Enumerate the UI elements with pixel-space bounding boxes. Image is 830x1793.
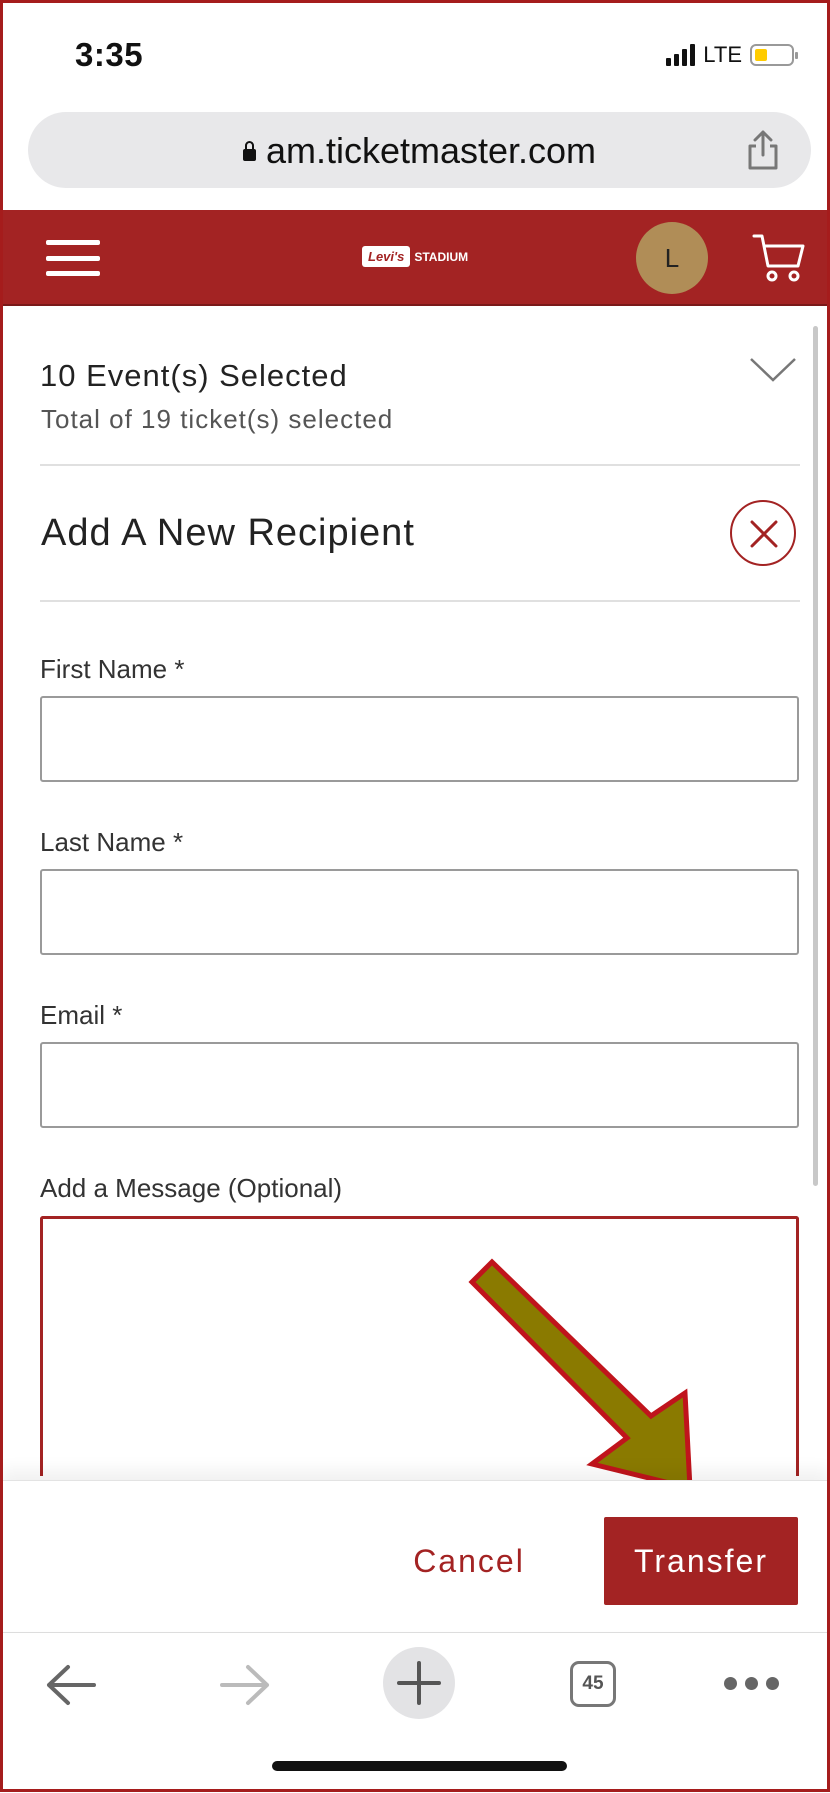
message-label: Add a Message (Optional) (40, 1173, 343, 1203)
scrollbar[interactable] (813, 326, 818, 1186)
transfer-button[interactable]: Transfer (604, 1517, 798, 1605)
cart-icon[interactable] (752, 232, 806, 284)
first-name-field[interactable] (40, 696, 799, 782)
more-icon[interactable] (724, 1677, 779, 1690)
action-bar: Cancel Transfer (0, 1480, 830, 1631)
form-title: Add A New Recipient (41, 512, 415, 554)
url-display[interactable]: am.ticketmaster.com (28, 130, 811, 172)
home-indicator[interactable] (272, 1761, 567, 1771)
site-header: Levi's STADIUM L (0, 210, 830, 306)
divider (40, 464, 800, 466)
email-field[interactable] (40, 1042, 799, 1128)
cancel-button[interactable]: Cancel (384, 1531, 554, 1591)
stadium-logo[interactable]: Levi's STADIUM (362, 246, 468, 267)
avatar[interactable]: L (636, 222, 708, 294)
plus-icon (397, 1661, 441, 1705)
share-icon[interactable] (743, 128, 783, 172)
tickets-selected-subtitle: Total of 19 ticket(s) selected (41, 404, 394, 434)
divider (40, 600, 800, 602)
last-name-field[interactable] (40, 869, 799, 955)
status-time: 3:35 (75, 36, 144, 73)
first-name-label: First Name * (40, 654, 185, 684)
url-text: am.ticketmaster.com (265, 130, 597, 171)
close-icon (750, 520, 778, 548)
chevron-down-icon[interactable] (748, 354, 798, 384)
status-indicators: LTE (666, 42, 798, 68)
logo-text: STADIUM (414, 249, 469, 264)
logo-badge: Levi's (362, 246, 411, 267)
menu-icon[interactable] (46, 240, 100, 276)
last-name-label: Last Name * (40, 827, 184, 857)
new-tab-button[interactable] (383, 1647, 455, 1719)
email-label: Email * (40, 1000, 123, 1030)
address-bar[interactable]: am.ticketmaster.com (28, 112, 811, 188)
tabs-button[interactable]: 45 (570, 1661, 616, 1707)
back-arrow-icon[interactable] (44, 1663, 98, 1707)
signal-icon (666, 44, 696, 66)
events-selected-title: 10 Event(s) Selected (40, 358, 348, 393)
battery-icon (750, 44, 798, 66)
annotation-arrow-icon (468, 1258, 693, 1492)
lock-icon (242, 141, 256, 161)
network-type: LTE (703, 42, 742, 67)
forward-arrow-icon[interactable] (218, 1663, 272, 1707)
close-button[interactable] (730, 500, 796, 566)
